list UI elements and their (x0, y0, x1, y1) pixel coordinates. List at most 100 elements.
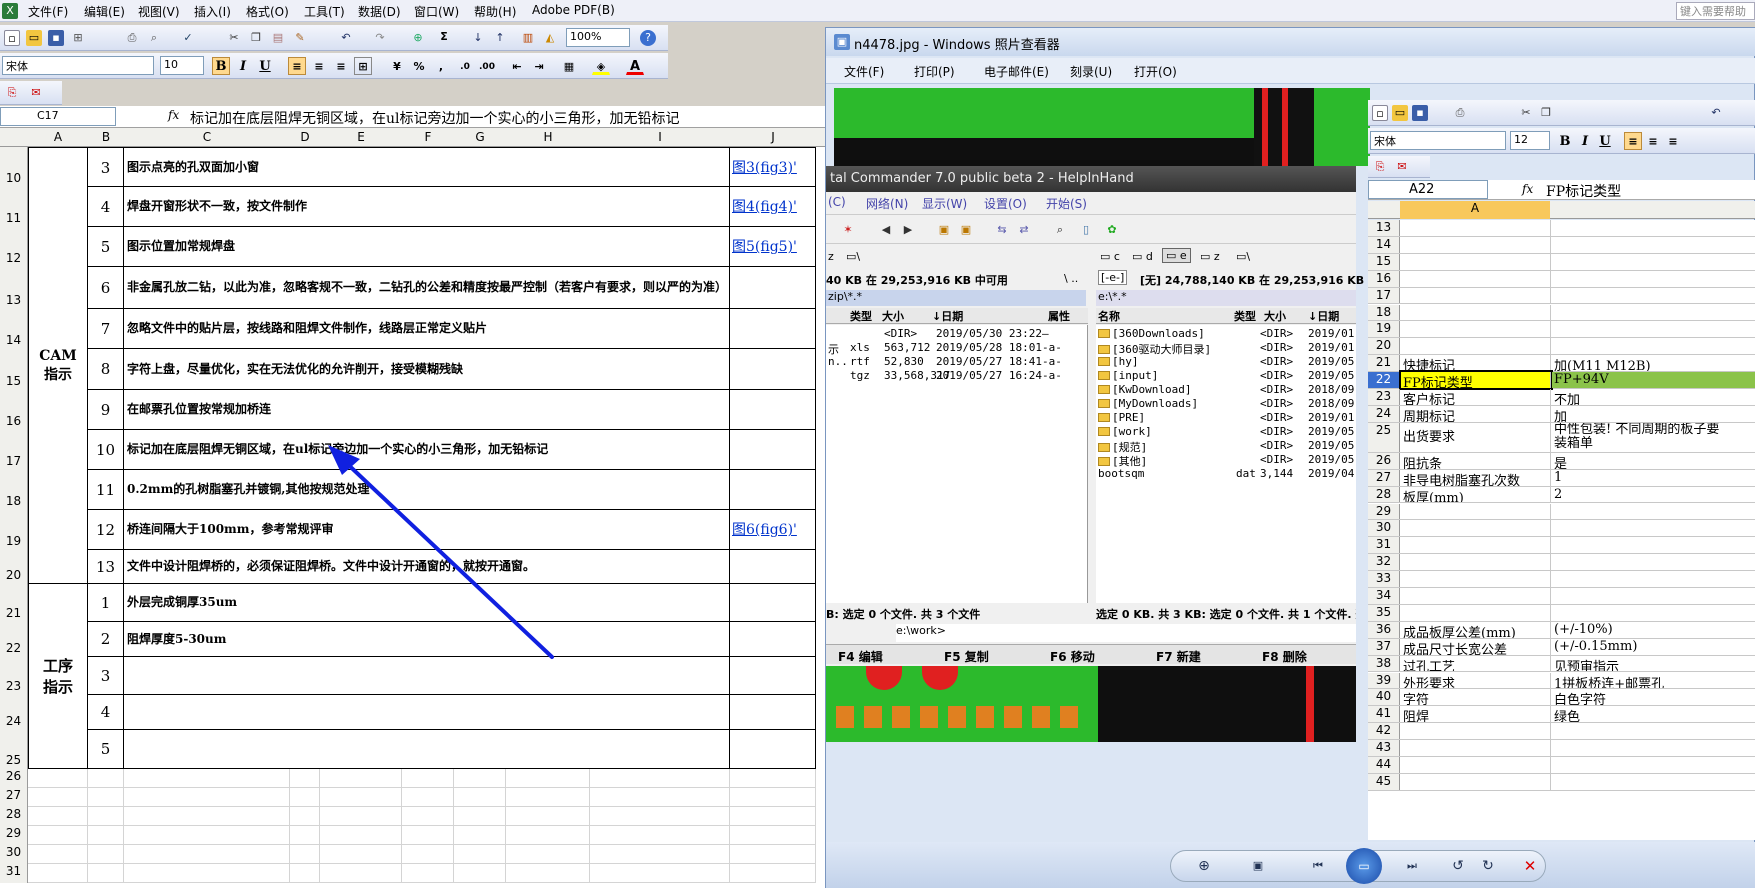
tc-find-icon[interactable]: ⌕ (1052, 222, 1068, 238)
item-number[interactable]: 12 (88, 510, 124, 550)
tc-left-drive-net[interactable]: ▭\ (846, 250, 860, 263)
rx-undo-icon[interactable]: ↶ (1708, 105, 1724, 121)
empty-cell[interactable] (88, 769, 124, 788)
sort-desc-icon[interactable]: ↑ (492, 30, 508, 46)
row-header[interactable]: 10 (0, 147, 28, 187)
print-icon[interactable]: ⎙ (124, 30, 140, 46)
rx-cell-a[interactable] (1401, 537, 1551, 554)
viewer-menu-open[interactable]: 打开(O) (1134, 63, 1177, 80)
percent-button[interactable]: % (410, 57, 428, 75)
rx-row[interactable]: 26 阻抗条是 (1368, 452, 1755, 470)
rx-row[interactable]: 38 过孔工艺 见预审指示 (1368, 655, 1755, 673)
decrease-decimal-button[interactable]: .00 (478, 57, 496, 75)
paste-icon[interactable]: ▤ (270, 30, 286, 46)
empty-cell[interactable] (320, 826, 402, 845)
rx-cell-b[interactable]: 不加 (1552, 389, 1755, 405)
permission-icon[interactable]: ⊞ (70, 30, 86, 46)
tc-f7-new[interactable]: F7 新建 (1156, 648, 1201, 665)
empty-cell[interactable] (730, 807, 816, 826)
empty-cell[interactable] (590, 826, 730, 845)
viewer-menu-print[interactable]: 打印(P) (914, 63, 955, 80)
rx-row-header[interactable]: 43 (1368, 740, 1400, 756)
borders-button[interactable]: ▦ (560, 57, 578, 75)
empty-cell[interactable] (454, 769, 506, 788)
tc-left-hdr-date[interactable]: ↓日期 (932, 308, 963, 324)
col-A[interactable]: A (28, 130, 88, 144)
rx-cell-a[interactable] (1401, 740, 1551, 756)
figure-link[interactable] (730, 470, 816, 510)
format-painter-icon[interactable]: ✎ (292, 30, 308, 46)
rx-row[interactable]: 21 快捷标记 加(M11 M12B) (1368, 355, 1755, 373)
rx-align-right-button[interactable]: ≡ (1664, 132, 1682, 150)
rx-cell-b[interactable] (1552, 504, 1755, 520)
empty-cell[interactable] (320, 769, 402, 788)
rx-row[interactable]: 45 (1368, 773, 1755, 791)
rx-row-header[interactable]: 38 (1368, 655, 1400, 672)
empty-cell[interactable] (590, 864, 730, 883)
rx-cell-b[interactable] (1552, 220, 1755, 236)
menu-insert[interactable]: 插入(I) (194, 3, 231, 20)
rx-print-icon[interactable]: ⎙ (1452, 105, 1468, 121)
empty-cell[interactable] (506, 864, 590, 883)
rx-row[interactable]: 29 (1368, 503, 1755, 521)
row-header[interactable]: 28 (0, 807, 28, 826)
col-D[interactable]: D (290, 130, 320, 144)
rx-row[interactable]: 17 (1368, 287, 1755, 305)
figure-link[interactable] (730, 695, 816, 730)
menu-edit[interactable]: 编辑(E) (84, 3, 125, 20)
rx-row[interactable]: 33 (1368, 571, 1755, 588)
rx-row-header[interactable]: 17 (1368, 287, 1400, 304)
rx-row-header[interactable]: 24 (1368, 405, 1400, 422)
rx-row-header[interactable]: 45 (1368, 773, 1400, 790)
col-G[interactable]: G (454, 130, 506, 144)
fill-color-button[interactable]: ◈ (592, 57, 610, 75)
empty-cell[interactable] (320, 845, 402, 864)
rx-row[interactable]: 14 (1368, 236, 1755, 254)
previous-icon[interactable]: ⏮ (1310, 858, 1326, 874)
bold-button[interactable]: B (212, 57, 230, 75)
rx-cell-a[interactable]: 成品板厚公差(mm) (1401, 621, 1551, 638)
section-proc[interactable]: 工序 指示 (28, 584, 88, 769)
tc-unpack-icon[interactable]: ▣ (958, 222, 974, 238)
item-description[interactable] (124, 730, 730, 769)
item-description[interactable]: 图示点亮的孔双面加小窗 (124, 147, 730, 187)
figure-link[interactable] (730, 267, 816, 309)
row-header[interactable]: 21 (0, 584, 28, 622)
item-number[interactable]: 3 (88, 657, 124, 695)
rx-cell-b[interactable] (1552, 288, 1755, 304)
figure-link[interactable]: 图5(fig5)' (730, 227, 816, 267)
save-icon[interactable]: ▪ (48, 30, 64, 46)
help-search-box[interactable]: 键入需要帮助 (1676, 2, 1755, 20)
rx-row-header[interactable]: 20 (1368, 338, 1400, 355)
tc-right-hdr-size[interactable]: 大小 (1264, 308, 1286, 324)
rx-row[interactable]: 20 (1368, 338, 1755, 356)
rx-cell-a[interactable] (1401, 773, 1551, 790)
col-F[interactable]: F (402, 130, 454, 144)
rotate-right-icon[interactable]: ↻ (1480, 858, 1496, 874)
section-cam[interactable]: CAM 指示 (28, 147, 88, 584)
rx-row-header[interactable]: 22 (1368, 372, 1400, 388)
item-description[interactable]: 忽略文件中的贴片层，按线路和阻焊文件制作，线路层正常定义贴片 (124, 309, 730, 349)
row-header[interactable]: 18 (0, 470, 28, 510)
tc-right-hdr-name[interactable]: 名称 (1098, 308, 1120, 324)
rx-row[interactable]: 42 (1368, 723, 1755, 741)
rx-cell-b[interactable] (1552, 338, 1755, 354)
rx-cell-a[interactable]: 字符 (1401, 689, 1551, 706)
rx-cell-a[interactable] (1401, 757, 1551, 773)
empty-cell[interactable] (290, 769, 320, 788)
tc-menu-net[interactable]: 网络(N) (866, 195, 908, 212)
open-icon[interactable]: ▭ (26, 30, 42, 46)
empty-cell[interactable] (290, 826, 320, 845)
row-header[interactable]: 22 (0, 622, 28, 657)
viewer-menu-burn[interactable]: 刻录(U) (1070, 63, 1112, 80)
empty-cell[interactable] (402, 845, 454, 864)
figure-link[interactable] (730, 550, 816, 584)
rx-row-header[interactable]: 18 (1368, 304, 1400, 321)
zoom-icon[interactable]: ⊕ (1196, 858, 1212, 874)
underline-button[interactable]: U (256, 57, 274, 75)
item-number[interactable]: 9 (88, 390, 124, 430)
figure-link[interactable] (730, 657, 816, 695)
rx-cell-a[interactable] (1401, 321, 1551, 338)
empty-cell[interactable] (320, 807, 402, 826)
rx-cell-a[interactable]: 成品尺寸长宽公差 (1401, 638, 1551, 655)
